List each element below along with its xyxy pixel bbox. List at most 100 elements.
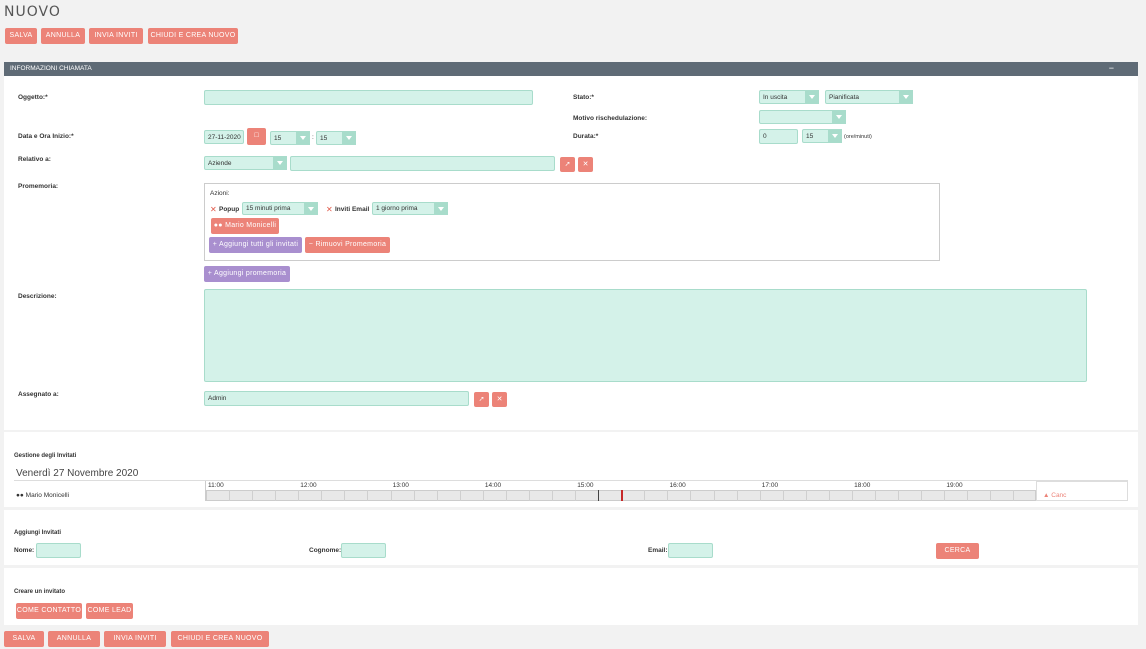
collapse-icon[interactable]: −: [1109, 61, 1114, 75]
add-invitees-title: Aggiungi Invitati: [14, 530, 61, 536]
remove-email-icon[interactable]: ✕: [326, 205, 333, 214]
chevron-down-icon: [296, 131, 310, 145]
chevron-down-icon: [832, 110, 846, 124]
related-type-value: Aziende: [208, 160, 232, 167]
grid-line: [713, 490, 715, 501]
calendar-icon[interactable]: □: [247, 128, 266, 145]
save-button-bottom[interactable]: SALVA: [4, 631, 44, 647]
popup-label: Popup: [219, 206, 240, 213]
reschedule-label: Motivo rischedulazione:: [573, 115, 648, 122]
duration-hours-input[interactable]: 0: [759, 129, 798, 144]
chevron-down-icon: [304, 202, 318, 215]
cancel-button-bottom[interactable]: ANNULLA: [48, 631, 100, 647]
grid-line: [229, 490, 231, 501]
cancel-button[interactable]: ANNULLA: [41, 28, 85, 44]
chevron-down-icon: [828, 129, 842, 143]
grid-line: [528, 490, 530, 501]
chevron-down-icon: [273, 156, 287, 170]
start-date-input[interactable]: 27-11-2020: [204, 130, 244, 144]
duration-minutes-select[interactable]: 15: [802, 129, 842, 143]
grid-line: [459, 490, 461, 501]
remove-popup-icon[interactable]: ✕: [210, 205, 217, 214]
add-reminder-button[interactable]: + Aggiungi promemoria: [204, 266, 290, 282]
section-title: INFORMAZIONI CHIAMATA: [10, 65, 92, 72]
grid-line: [875, 490, 877, 501]
grid-line: [436, 490, 438, 501]
add-all-invitees-button[interactable]: + Aggiungi tutti gli invitati: [209, 237, 302, 253]
first-name-label: Nome:: [14, 547, 35, 554]
popup-select[interactable]: 15 minuti prima: [242, 202, 318, 215]
as-lead-button[interactable]: COME LEAD: [86, 603, 133, 619]
send-invites-button-bottom[interactable]: INVIA INVITI: [104, 631, 166, 647]
as-contact-button[interactable]: COME CONTATTO: [16, 603, 82, 619]
description-textarea[interactable]: [204, 289, 1087, 382]
duration-minutes-value: 15: [806, 133, 814, 140]
hour-label: 11:00: [208, 482, 224, 489]
reschedule-select[interactable]: [759, 110, 846, 124]
scheduler-invitee: ●● Mario Monicelli: [16, 492, 69, 499]
clear-icon[interactable]: ✕: [492, 392, 507, 407]
start-minute-value: 15: [320, 135, 328, 142]
create-invitee-title: Creare un invitato: [14, 589, 66, 595]
grid-line: [851, 490, 853, 501]
grid-line: [690, 490, 692, 501]
grid-line: [298, 490, 300, 501]
divider: [14, 480, 1128, 481]
duration-label: Durata:*: [573, 133, 599, 140]
last-name-label: Cognome:: [309, 547, 342, 554]
status-direction-value: In uscita: [763, 94, 788, 101]
hour-label: 12:00: [300, 482, 317, 489]
grid-line: [390, 490, 392, 501]
create-invitee-panel: [4, 568, 1138, 625]
start-hour-select[interactable]: 15: [270, 131, 310, 145]
subject-label: Oggetto:*: [18, 94, 48, 101]
search-button[interactable]: CERCA: [936, 543, 979, 559]
email-reminder-select[interactable]: 1 giorno prima: [372, 202, 448, 215]
section-header[interactable]: INFORMAZIONI CHIAMATA −: [4, 62, 1138, 76]
grid-line: [644, 490, 646, 501]
grid-line: [667, 490, 669, 501]
actions-label: Azioni:: [210, 190, 230, 197]
time-separator: :: [312, 134, 314, 141]
related-type-select[interactable]: Aziende: [204, 156, 287, 170]
send-invites-button[interactable]: INVIA INVITI: [89, 28, 143, 44]
clear-icon[interactable]: ✕: [578, 157, 593, 172]
grid-line: [967, 490, 969, 501]
grid-line: [990, 490, 992, 501]
related-input[interactable]: [290, 156, 555, 171]
select-arrow-icon[interactable]: ➚: [474, 392, 489, 407]
status-direction-select[interactable]: In uscita: [759, 90, 819, 104]
start-hour-value: 15: [274, 135, 282, 142]
grid-line: [482, 490, 484, 501]
first-name-input[interactable]: [36, 543, 81, 558]
start-minute-select[interactable]: 15: [316, 131, 356, 145]
hour-label: 17:00: [761, 482, 779, 489]
remove-reminder-label: Rimuovi Promemoria: [315, 241, 387, 248]
related-label: Relativo a:: [18, 156, 51, 163]
save-button[interactable]: SALVA: [5, 28, 37, 44]
scheduler-invitee-label: Mario Monicelli: [25, 492, 70, 499]
assigned-input[interactable]: Admin: [204, 391, 469, 406]
subject-input[interactable]: [204, 90, 533, 105]
page-title: NUOVO: [4, 4, 61, 20]
select-arrow-icon[interactable]: ➚: [560, 157, 575, 172]
grid-line: [321, 490, 323, 501]
grid-line: [575, 490, 577, 501]
grid-line: [413, 490, 415, 501]
status-select[interactable]: Pianificata: [825, 90, 913, 104]
remove-invitee-link[interactable]: ▲ Canc: [1043, 492, 1066, 499]
close-and-new-button-bottom[interactable]: CHIUDI E CREA NUOVO: [171, 631, 269, 647]
grid-line: [759, 490, 761, 501]
last-name-input[interactable]: [341, 543, 386, 558]
popup-value: 15 minuti prima: [246, 205, 291, 212]
remove-reminder-button[interactable]: − Rimuovi Promemoria: [305, 237, 390, 253]
status-value: Pianificata: [829, 94, 859, 101]
grid-line: [252, 490, 254, 501]
grid-line: [782, 490, 784, 501]
invitee-chip[interactable]: ●● Mario Monicelli: [211, 218, 279, 234]
close-and-new-button[interactable]: CHIUDI E CREA NUOVO: [148, 28, 238, 44]
email-input[interactable]: [668, 543, 713, 558]
remove-invitee-label: Canc: [1051, 492, 1067, 499]
description-label: Descrizione:: [18, 293, 57, 300]
trash-icon: ▲: [1043, 492, 1052, 499]
